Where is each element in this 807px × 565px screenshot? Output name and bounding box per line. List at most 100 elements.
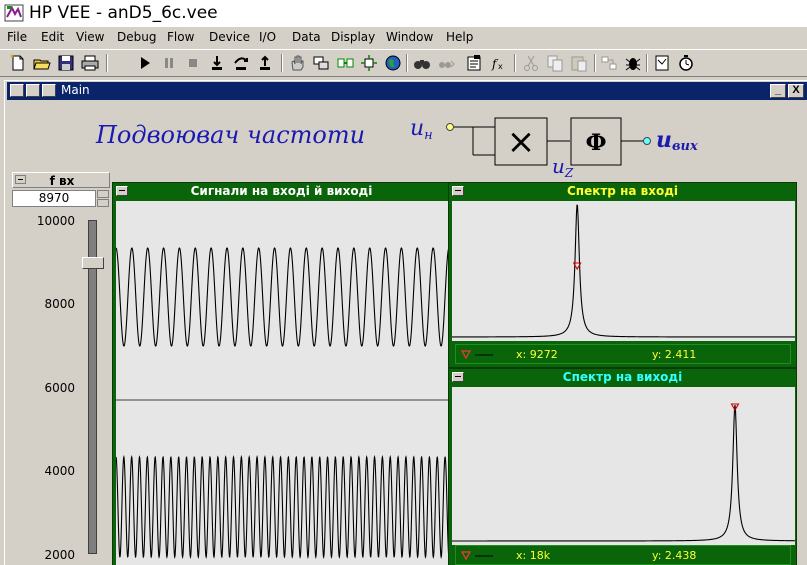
menu-data[interactable]: Data: [292, 30, 321, 45]
workspace: Подвоювач частоти uн × uZ Ф uвих f вх 89…: [7, 101, 807, 565]
input-spectrum-title: Спектр на вході: [566, 184, 679, 198]
input-marker-x: x: 9272: [516, 348, 558, 361]
open-icon[interactable]: [32, 53, 52, 73]
hand-icon[interactable]: [287, 53, 307, 73]
output-label-main: u: [656, 127, 672, 153]
stop-icon[interactable]: [183, 53, 203, 73]
output-spectrum-marker-readout: x: 18k y: 2.438: [455, 545, 791, 565]
minimize-button[interactable]: _: [770, 84, 786, 98]
input-signal-line: [116, 247, 449, 347]
input-spectrum-marker-readout: x: 9272 y: 2.411: [455, 344, 791, 364]
copy-icon[interactable]: [545, 53, 565, 73]
paste-icon[interactable]: [569, 53, 589, 73]
svg-text:x: x: [498, 62, 503, 71]
pause-icon[interactable]: [159, 53, 179, 73]
properties-icon[interactable]: [464, 53, 484, 73]
menu-display[interactable]: Display: [331, 30, 375, 45]
output-signal-line: [116, 454, 449, 560]
main-window-title: Main: [61, 83, 90, 97]
notepad-icon[interactable]: [652, 53, 672, 73]
page-heading: Подвоювач частоти: [96, 121, 366, 149]
slider-tick-label: 2000: [44, 548, 75, 562]
multiplier-symbol: ×: [507, 122, 536, 162]
detail-view-icon[interactable]: [26, 84, 40, 97]
frequency-slider-panel: f вх 8970 10000 8000 6000 4000 2000: [10, 170, 112, 564]
output-spectrum-header: Спектр на виході: [449, 369, 796, 385]
panel-view-icon[interactable]: [42, 84, 56, 97]
new-icon[interactable]: [8, 53, 28, 73]
slider-tick-label: 8000: [44, 297, 75, 311]
input-spectrum-plot-area[interactable]: [452, 201, 795, 341]
output-marker-y: y: 2.438: [652, 549, 697, 562]
toolbar-separator: [406, 54, 408, 72]
find-next-icon[interactable]: [436, 53, 456, 73]
output-spectrum-plot-area[interactable]: [452, 387, 795, 545]
slider-tick-label: 6000: [44, 381, 75, 395]
probe-icon[interactable]: [359, 53, 379, 73]
signal-panel-title: Сигнали на вході й виході: [190, 184, 373, 198]
window-title: HP VEE - anD5_6c.vee: [29, 3, 218, 23]
align-icon[interactable]: [599, 53, 619, 73]
run-icon[interactable]: [135, 53, 155, 73]
frequency-spinner[interactable]: [97, 190, 109, 207]
slider-track[interactable]: [88, 220, 97, 554]
output-label-sub: вих: [672, 139, 698, 154]
debug-icon[interactable]: [623, 53, 643, 73]
spin-down-button[interactable]: [97, 199, 109, 207]
function-icon[interactable]: fx: [489, 53, 509, 73]
menu-debug[interactable]: Debug: [117, 30, 156, 45]
input-label-sub: н: [424, 128, 433, 143]
main-window-icon[interactable]: [10, 84, 24, 97]
middle-label-main: u: [552, 154, 565, 178]
frequency-value-field[interactable]: 8970: [12, 190, 96, 207]
toolbar-separator: [514, 54, 516, 72]
menu-io[interactable]: I/O: [259, 30, 276, 45]
menu-view[interactable]: View: [76, 30, 104, 45]
hp-vee-app-icon[interactable]: [4, 3, 24, 23]
middle-label-sub: Z: [564, 166, 574, 180]
output-node: [643, 137, 651, 145]
input-label: uн: [410, 116, 433, 143]
step-over-icon[interactable]: [231, 53, 251, 73]
print-icon[interactable]: [80, 53, 100, 73]
signal-panel-header: Сигнали на вході й виході: [113, 183, 450, 199]
menu-help[interactable]: Help: [446, 30, 473, 45]
slider-tick-label: 4000: [44, 464, 75, 478]
main-window-titlebar: Main _ X: [7, 82, 807, 100]
output-marker-x: x: 18k: [516, 549, 551, 562]
cut-object-icon[interactable]: [311, 53, 331, 73]
menu-device[interactable]: Device: [209, 30, 250, 45]
save-icon[interactable]: [56, 53, 76, 73]
globe-icon[interactable]: [383, 53, 403, 73]
toolbar-separator: [106, 54, 108, 72]
input-spectrum-plot: [452, 204, 795, 338]
toolbar-separator: [594, 54, 596, 72]
signal-plot-area[interactable]: [116, 201, 449, 565]
timer-icon[interactable]: [676, 53, 696, 73]
menu-file[interactable]: File: [7, 30, 27, 45]
cut-icon[interactable]: [521, 53, 541, 73]
input-spectrum-panel: Спектр на вході x: 9272 y: 2.411: [448, 182, 797, 368]
marker-legend-icon: [461, 551, 493, 561]
slider-thumb[interactable]: [82, 257, 104, 269]
connect-icon[interactable]: [335, 53, 355, 73]
step-out-icon[interactable]: [255, 53, 275, 73]
input-spectrum-header: Спектр на вході: [449, 183, 796, 199]
step-into-icon[interactable]: [207, 53, 227, 73]
output-label: uвих: [656, 127, 698, 154]
spin-up-button[interactable]: [97, 190, 109, 198]
menu-window[interactable]: Window: [386, 30, 433, 45]
output-spectrum-line: [452, 404, 795, 542]
input-node: [446, 123, 454, 131]
frequency-panel-title: f вх: [49, 174, 75, 188]
app-window: HP VEE - anD5_6c.vee File Edit View Debu…: [0, 0, 807, 565]
toolbar-separator: [281, 54, 283, 72]
input-spectrum-line: [452, 204, 795, 338]
close-button[interactable]: X: [788, 84, 804, 98]
toolbar-separator: [646, 54, 648, 72]
signal-plot: [116, 247, 449, 560]
menu-flow[interactable]: Flow: [167, 30, 194, 45]
menu-edit[interactable]: Edit: [41, 30, 64, 45]
find-icon[interactable]: [412, 53, 432, 73]
frequency-panel-header: f вх: [12, 172, 110, 188]
